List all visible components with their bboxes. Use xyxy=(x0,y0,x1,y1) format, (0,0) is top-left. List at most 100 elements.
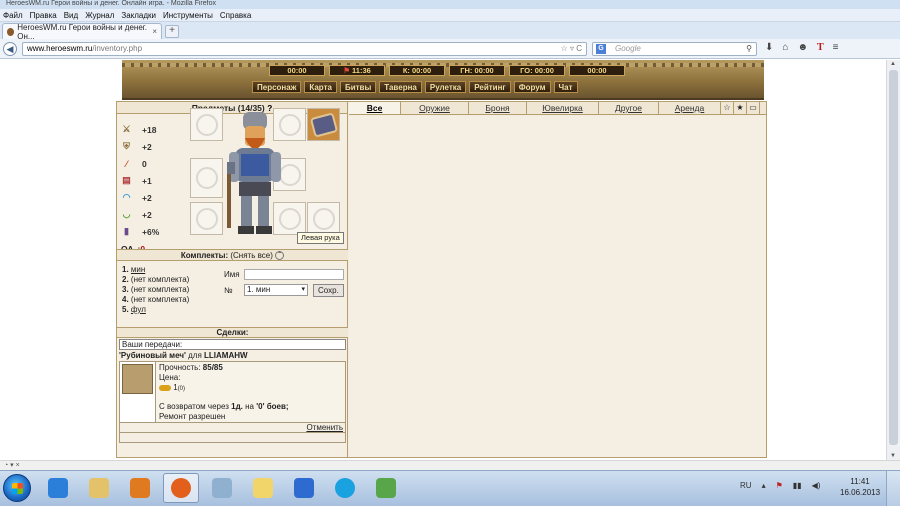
new-tab-button[interactable]: + xyxy=(165,25,179,38)
nav-link[interactable]: Рейтинг xyxy=(469,81,511,93)
transfers-label: Ваши передачи: xyxy=(119,339,346,350)
slot-horse[interactable] xyxy=(307,202,340,235)
taskbar-network-button[interactable] xyxy=(368,473,404,503)
kit-name[interactable]: фул xyxy=(131,305,146,314)
tray-arrow-icon[interactable]: ▴ xyxy=(762,481,766,490)
collapse-icon[interactable]: ⌃ xyxy=(275,251,285,261)
google-engine-icon[interactable]: G xyxy=(596,44,606,54)
taskbar-media-player-button[interactable] xyxy=(122,473,158,503)
taskbar-folder-button[interactable] xyxy=(245,473,281,503)
stat-row: ▤ +1 xyxy=(121,172,181,189)
filter-tab[interactable]: Броня xyxy=(469,102,527,114)
menu-icon[interactable]: ≡ xyxy=(833,42,839,53)
slot-ring[interactable] xyxy=(190,108,223,141)
chest-icon[interactable]: ▭ xyxy=(747,102,760,114)
kits-title: Комплекты: xyxy=(180,251,229,260)
menu-item[interactable]: Инструменты xyxy=(163,11,213,20)
menu-item[interactable]: Журнал xyxy=(85,11,114,20)
nav-link[interactable]: Персонаж xyxy=(252,81,302,93)
return-battles: '0' боев; xyxy=(256,402,289,411)
menu-item[interactable]: Файл xyxy=(3,11,23,20)
nav-link[interactable]: Битвы xyxy=(339,81,377,93)
window-title: HeroesWM.ru Герои войны и денег. Онлайн … xyxy=(0,0,900,9)
deal-title: 'Рубиновый меч' для LLIAMAHW xyxy=(119,351,346,361)
timer: ГО: 00:00 xyxy=(509,65,565,76)
menu-item[interactable]: Справка xyxy=(220,11,251,20)
menu-item[interactable]: Вид xyxy=(64,11,78,20)
filter-tab[interactable]: Аренда xyxy=(659,102,721,114)
back-button[interactable]: ◀ xyxy=(3,42,17,56)
cancel-link[interactable]: Отменить xyxy=(306,423,343,432)
kit-name-label: Имя xyxy=(224,269,240,279)
kit-number: 3. xyxy=(122,285,129,294)
scroll-down-icon[interactable]: ▼ xyxy=(890,453,896,459)
deal-recipient[interactable]: LLIAMAHW xyxy=(204,351,248,360)
nav-link[interactable]: Чат xyxy=(553,81,578,93)
clock[interactable]: 11:41 16.06.2013 xyxy=(840,476,880,498)
remove-all-link[interactable]: (Снять все) xyxy=(230,251,273,260)
scroll-up-icon[interactable]: ▲ xyxy=(890,61,896,67)
page-content: 00:00 ⚑ 11:36 К: 00:00 ГН: 00:00 ГО: 00:00 00… xyxy=(0,60,886,460)
star-outline-icon[interactable]: ☆ xyxy=(721,102,734,114)
filter-tab[interactable]: Оружие xyxy=(401,102,469,114)
timer: К: 00:00 xyxy=(389,65,445,76)
slot-book[interactable] xyxy=(307,108,340,141)
slot-right-hand[interactable] xyxy=(190,202,223,235)
menu-item[interactable]: Правка xyxy=(30,11,57,20)
luck-rainbow-icon: ◠ xyxy=(122,192,131,202)
kit-number: 1. xyxy=(122,265,129,274)
windows-taskbar: RU ▴ ⚑ ▮▮ ◀) 11:41 16.06.2013 xyxy=(0,470,900,506)
filter-tab[interactable]: Все xyxy=(349,102,401,114)
volume-icon[interactable]: ◀) xyxy=(812,481,821,490)
vertical-scrollbar[interactable]: ▲ ▼ xyxy=(886,60,900,460)
kit-name-input[interactable] xyxy=(244,268,344,280)
slot-weapon[interactable] xyxy=(190,158,223,198)
taskbar-ccleaner-button[interactable] xyxy=(286,473,322,503)
nav-link[interactable]: Форум xyxy=(513,81,551,93)
kit-name: (нет комплекта) xyxy=(130,285,190,294)
address-bar[interactable]: www.heroeswm.ru/inventory.php ☆ ▿ C xyxy=(22,42,587,56)
taskbar-calculator-button[interactable] xyxy=(204,473,240,503)
network-signal-icon[interactable]: ▮▮ xyxy=(793,481,802,490)
deal-item-name: 'Рубиновый меч' xyxy=(119,351,186,360)
nav-link[interactable]: Рулетка xyxy=(424,81,467,93)
scroll-thumb[interactable] xyxy=(889,70,898,445)
filter-tab[interactable]: Другое xyxy=(599,102,659,114)
timer-value: 00:00 xyxy=(287,66,307,75)
download-icon[interactable]: ⬇ xyxy=(765,42,773,53)
taskbar-ie-button[interactable] xyxy=(40,473,76,503)
cancel-row: Отменить xyxy=(119,423,346,433)
taskbar-firefox-button[interactable] xyxy=(163,473,199,503)
translate-icon[interactable]: T xyxy=(817,42,824,53)
save-kit-button[interactable]: Сохр. xyxy=(313,283,344,297)
menu-bar: Файл Правка Вид Журнал Закладки Инструменты Сп… xyxy=(0,9,900,22)
browser-tab[interactable]: HeroesWM.ru Герои войны и денег. Он... × xyxy=(2,23,162,41)
home-icon[interactable]: ⌂ xyxy=(782,42,788,53)
tray-alert-icon[interactable]: ⚑ xyxy=(776,481,783,490)
show-desktop-button[interactable] xyxy=(886,471,900,506)
taskbar-explorer-button[interactable] xyxy=(81,473,117,503)
nav-link[interactable]: Карта xyxy=(304,81,337,93)
clock-time: 11:41 xyxy=(850,477,870,486)
sword-icon xyxy=(195,207,218,230)
search-icon[interactable]: ⚲ xyxy=(746,43,752,55)
star-icon[interactable]: ★ xyxy=(734,102,747,114)
filter-tab[interactable]: Ювелирка xyxy=(527,102,599,114)
kit-select[interactable]: 1. мин xyxy=(244,284,308,296)
addon-icon[interactable]: ☻ xyxy=(797,42,808,53)
kit-name[interactable]: мин xyxy=(131,265,145,274)
skype-icon xyxy=(335,478,355,498)
kit-number: 5. xyxy=(122,305,129,314)
nav-link[interactable]: Таверна xyxy=(379,81,422,93)
stat-row: ◡ +2 xyxy=(121,206,181,223)
site-favicon-icon xyxy=(7,27,15,36)
taskbar-skype-button[interactable] xyxy=(327,473,363,503)
bookmark-reload-icons[interactable]: ☆ ▿ C xyxy=(561,43,582,55)
start-button[interactable] xyxy=(3,474,31,502)
stats-list: ⚔+18⛨+2⁄0▤+1◠+2◡+2▮+6%ОА:0 xyxy=(121,121,181,257)
language-indicator[interactable]: RU xyxy=(740,481,752,490)
game-nav: Персонаж Карта Битвы Таверна Рулетка Рейтинг Ф… xyxy=(252,81,578,93)
search-input[interactable]: G Google ⚲ xyxy=(592,42,757,56)
close-tab-icon[interactable]: × xyxy=(152,27,157,36)
menu-item[interactable]: Закладки xyxy=(121,11,156,20)
